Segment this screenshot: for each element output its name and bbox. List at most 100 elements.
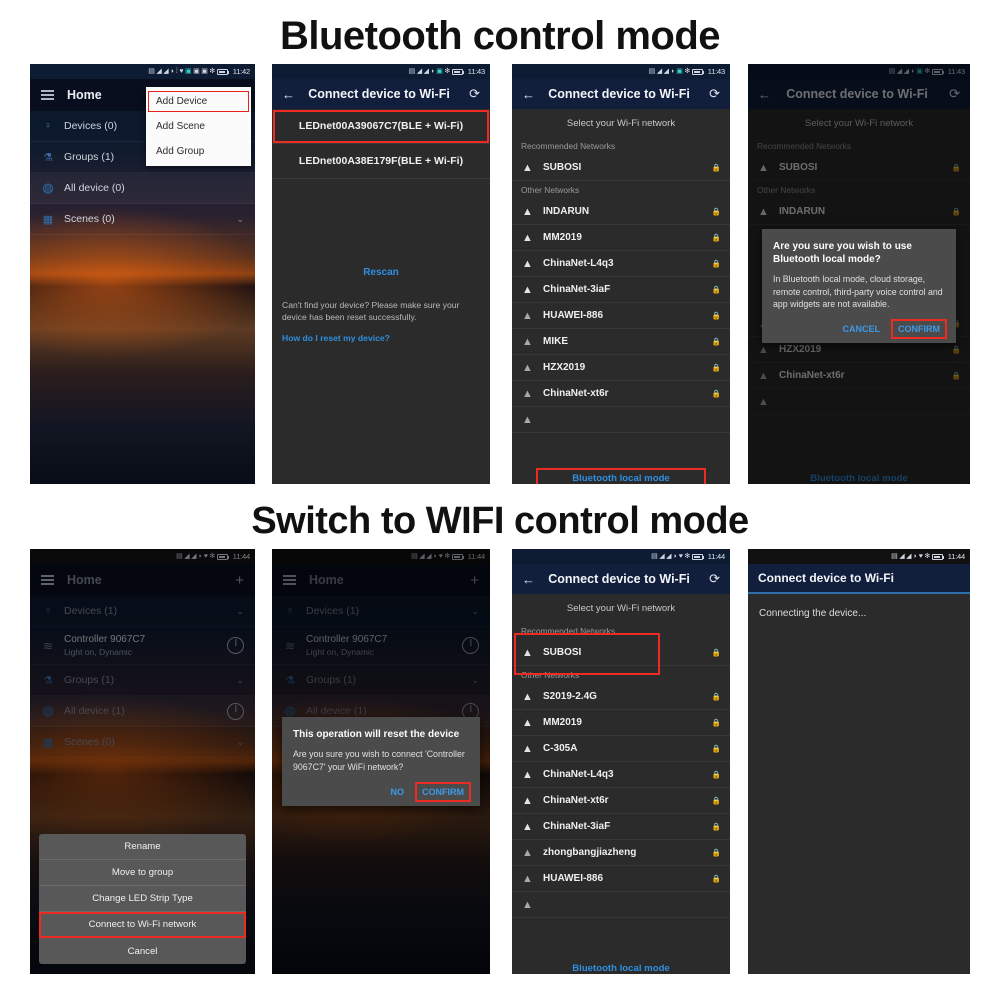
connecting-status-text: Connecting the device... <box>759 608 867 619</box>
wifi-list-item[interactable]: ▲ INDARUN 🔒 <box>512 199 730 225</box>
wifi-list-item-partial[interactable]: ▲ <box>512 892 730 918</box>
rescan-link[interactable]: Rescan <box>272 267 490 278</box>
reset-help-link[interactable]: How do I reset my device? <box>272 333 490 343</box>
page-title-wifi-mode: Switch to WIFI control mode <box>251 500 749 542</box>
vpn-icon: ♥ <box>678 553 683 560</box>
sidebar-item-scenes[interactable]: ▦ Scenes (0) ⌄ <box>30 204 255 235</box>
wifi-icon: ◗ <box>670 68 675 75</box>
signal-icon-2: ◢ <box>163 68 169 75</box>
discovered-device-list: LEDnet00A39067C7(BLE + Wi-Fi) LEDnet00A3… <box>272 109 490 179</box>
wifi-list-item[interactable]: ▲ MM2019 🔒 <box>512 225 730 251</box>
wifi-list-item[interactable]: ▲ ChinaNet-xt6r 🔒 <box>512 381 730 407</box>
bluetooth-local-mode-link[interactable]: Bluetooth local mode <box>512 958 730 974</box>
group-label-other: Other Networks <box>521 670 580 680</box>
cancel-button[interactable]: CANCEL <box>838 321 886 337</box>
wifi-list-item[interactable]: ▲ HUAWEI-886 🔒 <box>512 866 730 892</box>
wifi-list-item[interactable]: ▲ ChinaNet-L4q3 🔒 <box>512 762 730 788</box>
wifi-signal-icon: ▲ <box>522 309 533 322</box>
wifi-ssid: HZX2019 <box>543 362 586 373</box>
wifi-ssid: ChinaNet-3iaF <box>543 284 611 295</box>
wifi-icon: ◗ <box>170 68 175 75</box>
battery-icon <box>931 553 944 560</box>
back-icon[interactable]: ← <box>522 572 535 587</box>
page-title-bluetooth-mode: Bluetooth control mode <box>279 14 721 58</box>
bluetooth-icon: ✻ <box>924 553 931 560</box>
hamburger-menu-icon[interactable] <box>41 90 54 100</box>
sim-icon: ▤ <box>148 68 155 75</box>
sheet-item-connect-to-wifi-network[interactable]: Connect to Wi-Fi network <box>39 912 246 938</box>
sheet-item-move-to-group[interactable]: Move to group <box>39 860 246 886</box>
sidebar-item-label: Scenes (0) <box>64 213 115 225</box>
wifi-ssid: ChinaNet-L4q3 <box>543 258 614 269</box>
bluetooth-local-mode-dialog: Are you sure you wish to use Bluetooth l… <box>762 229 956 344</box>
sheet-item-rename[interactable]: Rename <box>39 834 246 860</box>
wifi-icon: ◗ <box>673 553 678 560</box>
menu-item-add-scene[interactable]: Add Scene <box>146 114 251 139</box>
sheet-item-cancel[interactable]: Cancel <box>39 938 246 964</box>
sim-icon: ▤ <box>891 553 898 560</box>
wifi-ssid: ChinaNet-L4q3 <box>543 769 614 780</box>
no-button[interactable]: NO <box>386 784 410 800</box>
wifi-list-item[interactable]: ▲ HZX2019 🔒 <box>512 355 730 381</box>
wifi-list-item[interactable]: ▲ MM2019 🔒 <box>512 710 730 736</box>
status-bar: ▤ ◢ ◢ ◗ ♥ ✻ 11:44 <box>512 549 730 564</box>
device-action-sheet: Rename Move to group Change LED Strip Ty… <box>39 834 246 964</box>
app-bar-title: Connect device to Wi-Fi <box>548 87 690 101</box>
battery-icon <box>691 68 704 75</box>
bluetooth-icon: ✻ <box>684 553 691 560</box>
bluetooth-icon: ✻ <box>209 68 216 75</box>
wifi-icon: ◗ <box>430 68 435 75</box>
wifi-network-list: Select your Wi-Fi network Recommended Ne… <box>512 594 730 974</box>
status-bar-icons: ▤ ◢ ◢ ◗ ⁞ ♥ ▣ ▣ ▣ ✻ <box>148 68 229 75</box>
lock-icon: 🔒 <box>711 363 721 372</box>
sim-icon: ▤ <box>648 68 656 75</box>
select-network-label: Select your Wi-Fi network <box>566 118 676 129</box>
wifi-list-item[interactable]: ▲ S2019-2.4G 🔒 <box>512 684 730 710</box>
signal-icon-1: ◢ <box>156 68 162 75</box>
back-icon[interactable]: ← <box>282 87 295 102</box>
wifi-list-item[interactable]: ▲ zhongbangjiazheng 🔒 <box>512 840 730 866</box>
wifi-signal-icon: ▲ <box>522 646 533 659</box>
signal-icon-2: ◢ <box>666 553 672 560</box>
wifi-list-item[interactable]: ▲ ChinaNet-3iaF 🔒 <box>512 814 730 840</box>
refresh-icon[interactable]: ⟳ <box>709 86 720 102</box>
device-list-item[interactable]: LEDnet00A39067C7(BLE + Wi-Fi) <box>272 109 490 144</box>
wifi-list-item[interactable]: ▲ ChinaNet-xt6r 🔒 <box>512 788 730 814</box>
status-bar-icons: ▤ ◢ ◢ ◗ ♥ ✻ <box>651 553 704 560</box>
wifi-list-item[interactable]: ▲ ChinaNet-3iaF 🔒 <box>512 277 730 303</box>
menu-item-add-device[interactable]: Add Device <box>146 89 251 114</box>
confirm-button[interactable]: CONFIRM <box>891 319 947 340</box>
wifi-ssid: ChinaNet-xt6r <box>543 795 609 806</box>
wifi-list-item[interactable]: ▲ C-305A 🔒 <box>512 736 730 762</box>
sheet-item-change-led-strip-type[interactable]: Change LED Strip Type <box>39 886 246 912</box>
wifi-signal-icon: ▲ <box>522 794 533 807</box>
wifi-ssid: MM2019 <box>543 717 582 728</box>
chevron-down-icon[interactable]: ⌄ <box>236 214 244 225</box>
menu-item-add-group[interactable]: Add Group <box>146 139 251 164</box>
group-item-all-device[interactable]: ◍ All device (0) <box>30 173 255 204</box>
overflow-menu[interactable]: Add Device Add Scene Add Group <box>146 87 251 166</box>
wifi-list-item[interactable]: ▲ ChinaNet-L4q3 🔒 <box>512 251 730 277</box>
screenshot-panel-6-reset-confirm-dialog: ▤ ◢ ◢ ◗ ♥ ✻ 11:44 Home + ♀ Devices (1) ⌄… <box>272 549 490 974</box>
wifi-list-item[interactable]: ▲ MIKE 🔒 <box>512 329 730 355</box>
dialog-body: In Bluetooth local mode, cloud storage, … <box>773 274 943 309</box>
wifi-list-item-partial[interactable]: ▲ <box>512 407 730 433</box>
sidebar-item-label: Groups (1) <box>64 151 115 163</box>
wifi-ssid: S2019-2.4G <box>543 691 597 702</box>
confirm-button[interactable]: CONFIRM <box>415 781 471 802</box>
wifi-ssid: HUAWEI-886 <box>543 310 604 321</box>
wifi-list-item[interactable]: ▲ HUAWEI-886 🔒 <box>512 303 730 329</box>
wifi-list-item-selected[interactable]: ▲ SUBOSI 🔒 <box>512 640 730 666</box>
app-bar: ← Connect device to Wi-Fi ⟳ <box>512 79 730 109</box>
alarm-icon: ▣ <box>193 68 200 75</box>
signal-icon-2: ◢ <box>906 553 912 560</box>
wifi-list-item[interactable]: ▲ SUBOSI 🔒 <box>512 155 730 181</box>
device-list-item[interactable]: LEDnet00A38E179F(BLE + Wi-Fi) <box>272 144 490 179</box>
refresh-icon[interactable]: ⟳ <box>709 571 720 587</box>
back-icon[interactable]: ← <box>522 87 535 102</box>
bluetooth-local-mode-link[interactable]: Bluetooth local mode <box>536 468 706 484</box>
wifi-signal-icon: ▲ <box>522 898 533 911</box>
battery-icon <box>216 68 229 75</box>
signal-icon-2: ◢ <box>423 68 430 75</box>
refresh-icon[interactable]: ⟳ <box>469 86 480 102</box>
